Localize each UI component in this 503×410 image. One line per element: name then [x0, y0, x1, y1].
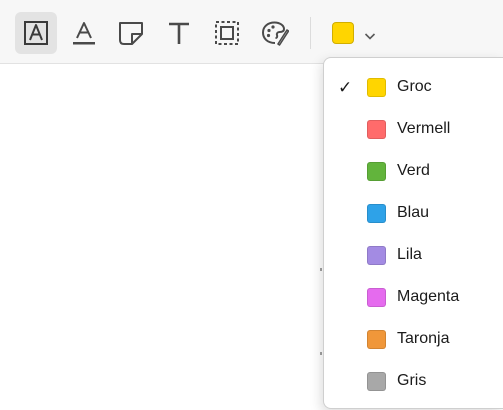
sticky-note-icon — [118, 20, 144, 46]
color-option-label: Verd — [397, 162, 430, 179]
color-swatch — [367, 371, 386, 391]
canvas-edge-mark — [320, 352, 322, 355]
color-swatch — [367, 287, 386, 307]
color-option-vermell[interactable]: Vermell — [324, 109, 503, 149]
area-select-tool[interactable] — [206, 12, 248, 54]
checkmark-icon: ✓ — [338, 77, 353, 97]
annotation-toolbar — [0, 0, 503, 64]
color-option-magenta[interactable]: Magenta — [324, 277, 503, 317]
palette-pen-icon — [261, 20, 289, 46]
color-option-label: Groc — [397, 78, 432, 95]
color-swatch — [367, 161, 386, 181]
color-option-lila[interactable]: Lila — [324, 235, 503, 275]
draw-tool[interactable] — [254, 12, 296, 54]
color-option-gris[interactable]: Gris — [324, 361, 503, 401]
color-menu: ✓ Groc Vermell Verd Blau Lila Magenta Ta… — [323, 57, 503, 409]
color-swatch — [367, 203, 386, 223]
color-swatch — [367, 329, 386, 349]
color-option-label: Blau — [397, 204, 430, 221]
text-highlight-tool[interactable] — [63, 12, 105, 54]
current-color-swatch — [332, 22, 354, 44]
text-box-icon — [23, 20, 49, 46]
color-option-taronja[interactable]: Taronja — [324, 319, 503, 359]
color-option-label: Gris — [397, 372, 427, 389]
color-option-verd[interactable]: Verd — [324, 151, 503, 191]
color-option-groc[interactable]: ✓ Groc — [324, 67, 503, 107]
chevron-down-icon — [364, 28, 376, 46]
text-tool[interactable] — [158, 12, 200, 54]
text-underline-icon — [71, 20, 97, 46]
color-option-label: Taronja — [397, 330, 450, 347]
toolbar-divider — [310, 17, 311, 49]
color-option-label: Magenta — [397, 288, 460, 305]
color-swatch — [367, 245, 386, 265]
text-t-icon — [166, 20, 192, 46]
text-box-tool[interactable] — [15, 12, 57, 54]
color-option-label: Vermell — [397, 120, 451, 137]
dashed-selection-icon — [214, 20, 240, 46]
color-swatch — [367, 77, 386, 97]
color-picker-button[interactable] — [326, 12, 386, 54]
color-option-blau[interactable]: Blau — [324, 193, 503, 233]
color-option-label: Lila — [397, 246, 422, 263]
sticky-note-tool[interactable] — [110, 12, 152, 54]
canvas-edge-mark — [320, 268, 322, 271]
color-swatch — [367, 119, 386, 139]
